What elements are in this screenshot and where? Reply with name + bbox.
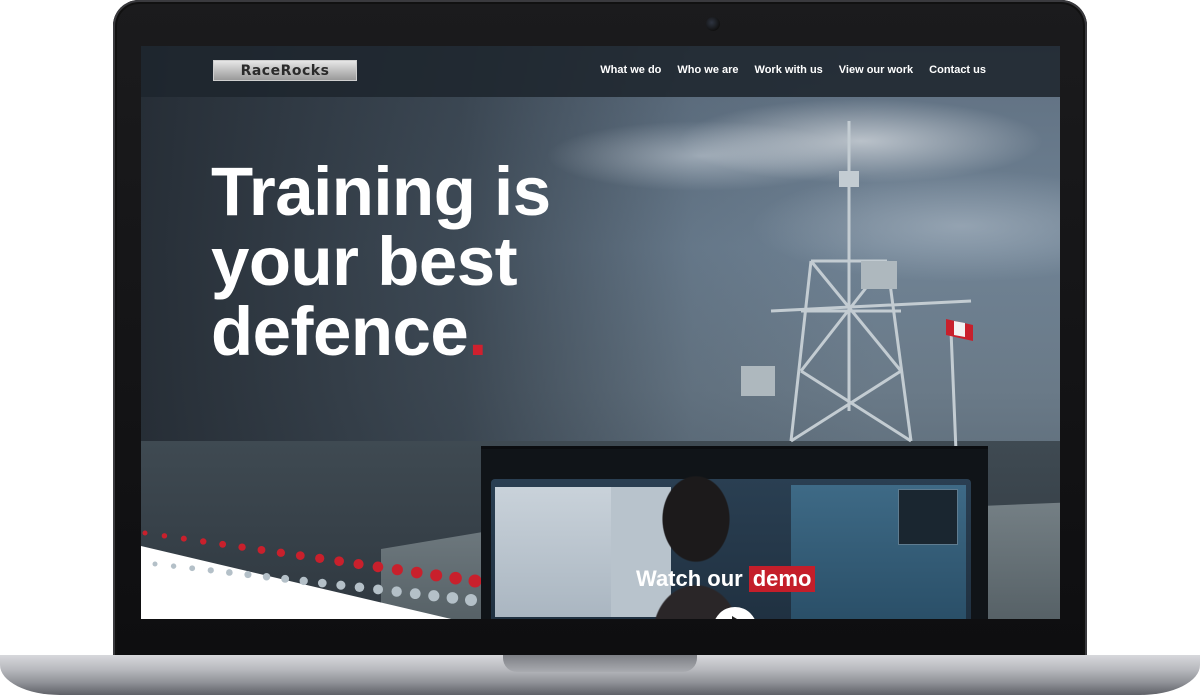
video-panel[interactable]: Watch our demo bbox=[481, 446, 988, 619]
grey-dot bbox=[354, 582, 365, 593]
red-dot bbox=[238, 543, 246, 551]
grey-dot bbox=[391, 586, 402, 597]
headline-period: . bbox=[468, 293, 487, 370]
hero-headline: Training is your best defence. bbox=[211, 157, 631, 367]
grey-dot bbox=[189, 565, 196, 572]
laptop-screen: RaceRocks What we do Who we are Work wit… bbox=[141, 46, 1060, 619]
site-header: RaceRocks What we do Who we are Work wit… bbox=[141, 46, 1060, 97]
red-dot bbox=[449, 571, 462, 585]
grey-dot bbox=[207, 567, 214, 574]
grey-dot bbox=[428, 590, 440, 602]
nav-link-who-we-are[interactable]: Who we are bbox=[677, 64, 738, 76]
grey-dot bbox=[465, 594, 477, 606]
red-dot bbox=[334, 556, 344, 567]
grey-dot bbox=[373, 584, 384, 595]
grey-dot bbox=[409, 588, 421, 600]
monitor-right-screen bbox=[791, 485, 966, 619]
red-dot bbox=[161, 533, 168, 539]
grey-dot bbox=[446, 592, 459, 604]
red-dot bbox=[142, 530, 148, 536]
nav-link-what-we-do[interactable]: What we do bbox=[600, 64, 661, 76]
red-dot bbox=[391, 564, 403, 576]
grey-dot bbox=[299, 576, 308, 586]
red-dot bbox=[315, 553, 325, 564]
grey-dot bbox=[226, 569, 233, 576]
nav-link-view-our-work[interactable]: View our work bbox=[839, 64, 913, 76]
red-dot bbox=[410, 566, 423, 579]
watch-demo-label[interactable]: Watch our demo bbox=[636, 566, 816, 592]
camera-icon bbox=[706, 17, 720, 31]
red-dot bbox=[200, 538, 207, 545]
headline-line-3-text: defence bbox=[211, 293, 469, 370]
grey-dot bbox=[336, 580, 346, 590]
dots-decoration bbox=[141, 530, 482, 619]
red-dot bbox=[295, 551, 305, 560]
red-dot bbox=[257, 546, 266, 554]
nav-link-contact-us[interactable]: Contact us bbox=[929, 64, 986, 76]
laptop-notch bbox=[503, 655, 697, 672]
grey-dot bbox=[244, 571, 252, 579]
grey-dot bbox=[317, 578, 327, 588]
red-dot bbox=[353, 558, 364, 570]
monitor-dialog-panel bbox=[898, 489, 958, 545]
red-dot bbox=[468, 574, 482, 588]
grey-dot bbox=[281, 574, 290, 583]
headline-line-1: Training is bbox=[211, 153, 551, 230]
grey-dot bbox=[262, 572, 271, 581]
red-dot bbox=[219, 540, 227, 548]
red-dot bbox=[180, 535, 187, 542]
grey-dot bbox=[170, 563, 177, 569]
watch-demo-prefix: Watch our bbox=[636, 566, 743, 591]
logo[interactable]: RaceRocks bbox=[213, 60, 357, 81]
red-dot bbox=[372, 561, 384, 573]
red-dot bbox=[430, 569, 443, 582]
main-nav: What we do Who we are Work with us View … bbox=[600, 64, 986, 76]
grey-dot bbox=[152, 561, 158, 567]
nav-link-work-with-us[interactable]: Work with us bbox=[755, 64, 823, 76]
ship-mast-illustration bbox=[741, 121, 973, 452]
video-thumbnail-person bbox=[626, 459, 766, 619]
red-dot bbox=[276, 548, 286, 557]
headline-line-2: your best bbox=[211, 223, 518, 300]
watch-demo-accent: demo bbox=[748, 566, 816, 592]
headline-line-3: defence. bbox=[211, 297, 631, 367]
